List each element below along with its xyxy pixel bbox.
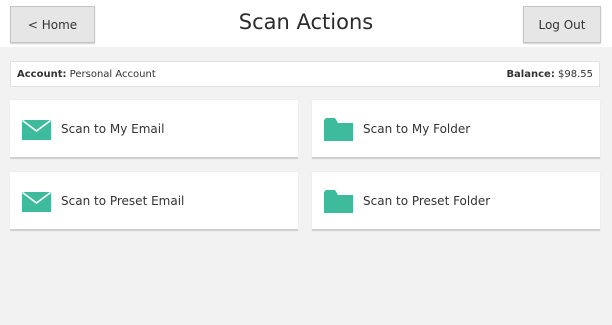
balance-info: Balance: $98.55 [506,69,593,80]
account-value: Personal Account [69,69,156,80]
page-title: Scan Actions [238,10,374,34]
log-out-button[interactable]: Log Out [523,6,601,43]
envelope-icon [22,191,51,216]
scan-to-my-folder-button[interactable]: Scan to My Folder [312,100,600,159]
folder-icon [324,190,353,217]
scan-to-my-folder-label: Scan to My Folder [363,122,471,136]
top-header: < Home Scan Actions Log Out [0,0,612,47]
scan-to-preset-email-label: Scan to Preset Email [61,194,185,208]
balance-key: Balance: [506,69,555,80]
scan-to-my-email-button[interactable]: Scan to My Email [10,100,298,159]
home-button[interactable]: < Home [10,6,95,43]
account-bar: Account: Personal Account Balance: $98.5… [10,61,600,87]
folder-icon [324,118,353,145]
account-key: Account: [17,69,67,80]
account-info: Account: Personal Account [17,69,156,80]
log-out-button-label: Log Out [538,17,586,32]
scan-to-preset-email-button[interactable]: Scan to Preset Email [10,172,298,231]
envelope-icon [22,119,51,144]
scan-to-preset-folder-button[interactable]: Scan to Preset Folder [312,172,600,231]
home-button-label: < Home [27,17,78,32]
scan-to-my-email-label: Scan to My Email [61,122,165,136]
balance-value: $98.55 [558,69,593,80]
scan-to-preset-folder-label: Scan to Preset Folder [363,194,491,208]
